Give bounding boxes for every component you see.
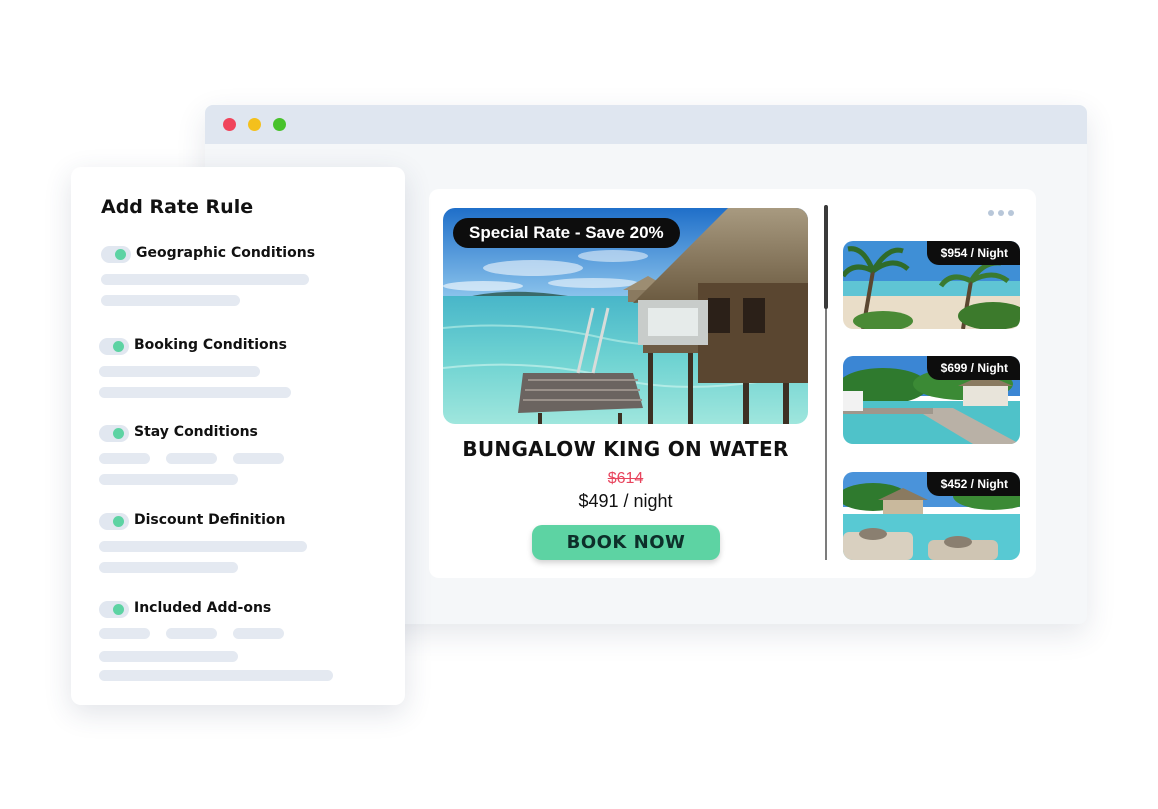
placeholder-line	[99, 562, 238, 573]
placeholder-line	[99, 670, 333, 681]
condition-label-geographic: Geographic Conditions	[136, 245, 316, 261]
room-thumbnail-1[interactable]: $954 / Night	[843, 241, 1020, 329]
condition-label-booking: Booking Conditions	[134, 337, 287, 353]
toggle-on-icon	[115, 249, 126, 260]
room-title: BUNGALOW KING ON WATER	[462, 437, 789, 461]
book-now-button[interactable]: BOOK NOW	[532, 525, 720, 560]
more-horizontal-icon[interactable]	[988, 208, 1016, 218]
placeholder-chip	[99, 453, 150, 464]
original-price: $614	[607, 470, 644, 487]
hero-image[interactable]: Special Rate - Save 20%	[443, 208, 808, 424]
placeholder-line	[99, 541, 307, 552]
toggle-on-icon	[113, 516, 124, 527]
placeholder-chip	[166, 628, 217, 639]
maximize-window-dot[interactable]	[273, 118, 286, 131]
condition-label-addons: Included Add-ons	[134, 600, 272, 616]
panel-title: Add Rate Rule	[101, 196, 254, 218]
close-window-dot[interactable]	[223, 118, 236, 131]
toggle-on-icon	[113, 428, 124, 439]
placeholder-line	[101, 295, 240, 306]
placeholder-line	[99, 474, 238, 485]
thumbnail-price-3: $452 / Night	[926, 472, 1020, 496]
placeholder-line	[99, 387, 291, 398]
add-rate-rule-panel: Add Rate Rule Geographic Conditions Book…	[71, 167, 405, 705]
discount-toggle[interactable]	[99, 513, 129, 530]
booking-toggle[interactable]	[99, 338, 129, 355]
discounted-price: $491 / night	[578, 491, 673, 511]
thumbnail-price-2: $699 / Night	[926, 356, 1020, 380]
toggle-on-icon	[113, 341, 124, 352]
condition-label-stay: Stay Conditions	[134, 424, 258, 440]
browser-titlebar	[205, 105, 1087, 144]
placeholder-chip	[233, 453, 284, 464]
placeholder-line	[99, 366, 260, 377]
room-thumbnail-2[interactable]: $699 / Night	[843, 356, 1020, 444]
toggle-on-icon	[113, 604, 124, 615]
placeholder-chip	[166, 453, 217, 464]
geographic-toggle[interactable]	[101, 246, 131, 263]
thumbnail-price-1: $954 / Night	[926, 241, 1020, 265]
placeholder-chip	[99, 628, 150, 639]
stay-toggle[interactable]	[99, 425, 129, 442]
placeholder-chip	[233, 628, 284, 639]
minimize-window-dot[interactable]	[248, 118, 261, 131]
listing-card: Special Rate - Save 20% BUNGALOW KING ON…	[429, 189, 1036, 578]
condition-label-discount: Discount Definition	[134, 512, 286, 528]
placeholder-line	[99, 651, 238, 662]
room-thumbnail-3[interactable]: $452 / Night	[843, 472, 1020, 560]
scrollbar-thumb[interactable]	[824, 205, 828, 309]
special-rate-badge: Special Rate - Save 20%	[453, 218, 680, 248]
addons-toggle[interactable]	[99, 601, 129, 618]
placeholder-line	[101, 274, 309, 285]
